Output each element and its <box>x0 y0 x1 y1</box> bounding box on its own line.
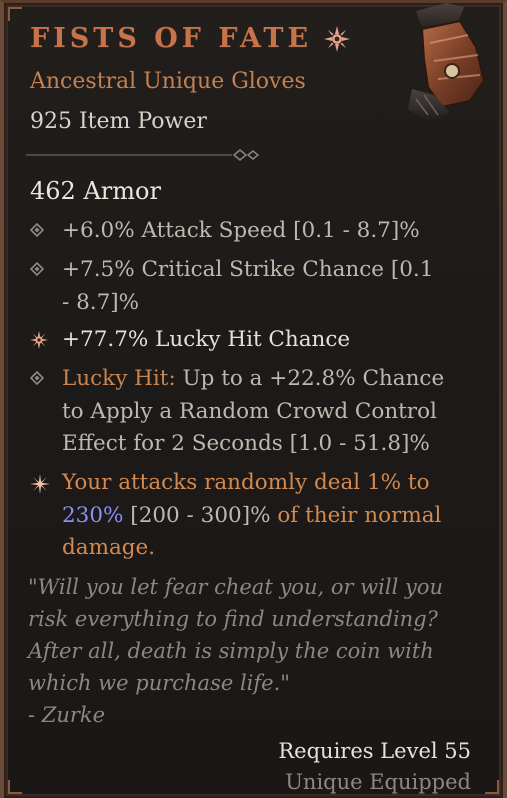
flavor-text: "Will you let fear cheat you, or will yo… <box>28 571 468 731</box>
affix-text: +77.7% Lucky Hit Chance <box>62 327 351 352</box>
armor-value: 462 Armor <box>30 177 161 205</box>
diamond-bullet-icon <box>30 223 44 237</box>
title-row: FISTS OF FATE <box>30 23 351 54</box>
unique-power-text: Your attacks randomly deal 1% to 230% [2… <box>62 467 462 565</box>
item-type: Ancestral Unique Gloves <box>30 69 306 94</box>
unique-value: 230% <box>62 502 124 528</box>
affix-crit-chance: +7.5% Critical Strike Chance [0.1 - 8.7]… <box>30 254 470 319</box>
unique-equipped: Unique Equipped <box>285 770 471 794</box>
diamond-bullet-icon <box>30 262 44 276</box>
required-level: Requires Level 55 <box>278 739 471 763</box>
unique-sun-icon <box>324 25 351 52</box>
frame-corner-bottom-left <box>8 780 22 794</box>
frame-corner-bottom-right <box>485 780 499 794</box>
affix-text: Lucky Hit: Up to a +22.8% Chance to Appl… <box>62 363 470 461</box>
item-power: 925 Item Power <box>30 109 207 134</box>
diamond-bullet-icon <box>30 371 44 385</box>
section-divider <box>26 149 260 161</box>
flavor-author: - Zurke <box>28 703 106 727</box>
affix-text: +6.0% Attack Speed [0.1 - 8.7]% <box>62 218 420 243</box>
affix-text: +7.5% Critical Strike Chance [0.1 - 8.7]… <box>62 257 434 315</box>
item-tooltip: FISTS OF FATE Ancestral Unique Gloves 92… <box>0 0 507 798</box>
star-burst-icon <box>30 331 48 349</box>
lucky-hit-label: Lucky Hit: <box>62 366 176 391</box>
glove-icon <box>408 3 486 121</box>
affix-lucky-hit-effect: Lucky Hit: Up to a +22.8% Chance to Appl… <box>30 363 470 461</box>
affix-attack-speed: +6.0% Attack Speed [0.1 - 8.7]% <box>30 215 470 248</box>
frame-corner-top-left <box>8 7 22 21</box>
affix-lucky-hit-chance: +77.7% Lucky Hit Chance <box>30 324 470 357</box>
unique-power: Your attacks randomly deal 1% to 230% [2… <box>30 467 470 565</box>
item-name: FISTS OF FATE <box>30 23 313 54</box>
unique-sun-icon <box>30 474 50 494</box>
flavor-quote: "Will you let fear cheat you, or will yo… <box>28 575 444 695</box>
unique-text-before: Your attacks randomly deal 1% to <box>62 470 430 495</box>
unique-range: [200 - 300]% <box>123 502 271 528</box>
